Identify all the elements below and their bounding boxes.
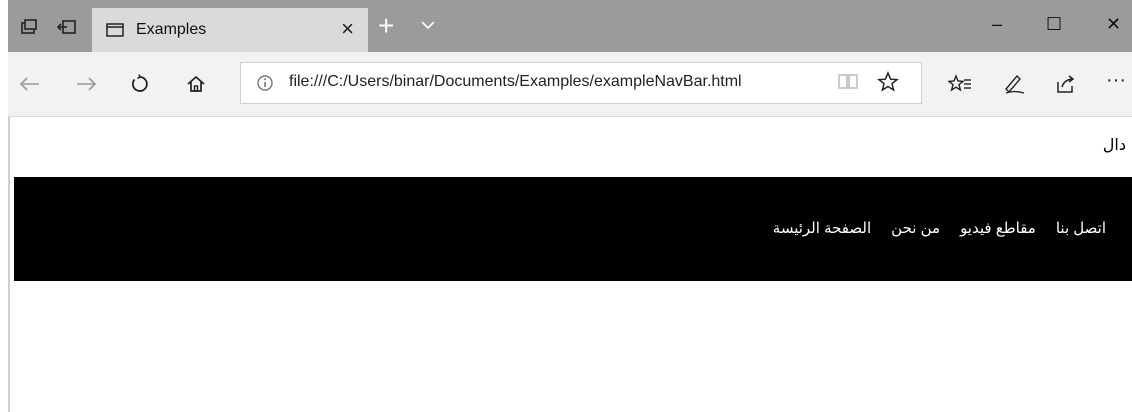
- new-tab-button[interactable]: +: [378, 12, 394, 40]
- tabs-aside-icon[interactable]: [56, 16, 78, 38]
- maximize-button[interactable]: ☐: [1046, 14, 1062, 34]
- reading-view-icon[interactable]: [837, 72, 859, 97]
- favorites-hub-icon[interactable]: [948, 72, 972, 96]
- share-icon[interactable]: [1054, 72, 1078, 96]
- browser-window: Examples × + – ☐ ✕ file:///C:/Users/bina…: [8, 0, 1132, 412]
- site-nav-bar: الصفحة الرئيسة من نحن مقاطع فيديو اتصل بنا: [14, 177, 1132, 281]
- nav-link-videos[interactable]: مقاطع فيديو: [960, 219, 1036, 237]
- nav-links: الصفحة الرئيسة من نحن مقاطع فيديو اتصل بنا: [773, 219, 1106, 237]
- page-icon: [106, 23, 124, 37]
- page-heading-fragment: دال: [1102, 137, 1126, 154]
- refresh-icon[interactable]: [128, 72, 152, 96]
- chevron-down-icon[interactable]: [420, 18, 436, 36]
- tab-examples[interactable]: Examples ×: [92, 8, 368, 52]
- info-icon[interactable]: [255, 73, 275, 93]
- title-bar: Examples × + – ☐ ✕: [8, 0, 1132, 52]
- page-left-border: [8, 117, 10, 412]
- nav-link-home[interactable]: الصفحة الرئيسة: [773, 219, 871, 237]
- web-note-pen-icon[interactable]: [1002, 72, 1026, 96]
- url-text[interactable]: file:///C:/Users/binar/Documents/Example…: [289, 73, 742, 91]
- set-aside-tabs-icon[interactable]: [18, 16, 40, 38]
- address-bar[interactable]: file:///C:/Users/binar/Documents/Example…: [240, 62, 922, 104]
- close-window-button[interactable]: ✕: [1106, 14, 1121, 34]
- forward-icon[interactable]: [74, 72, 98, 96]
- nav-link-contact[interactable]: اتصل بنا: [1056, 219, 1106, 237]
- back-icon[interactable]: [18, 72, 42, 96]
- nav-link-about[interactable]: من نحن: [891, 219, 940, 237]
- more-menu-icon[interactable]: ···: [1104, 68, 1128, 92]
- browser-toolbar: file:///C:/Users/binar/Documents/Example…: [8, 52, 1132, 117]
- home-icon[interactable]: [184, 72, 208, 96]
- minimize-button[interactable]: –: [992, 14, 1002, 34]
- tab-close-icon[interactable]: ×: [341, 18, 354, 40]
- page-viewport: دال الصفحة الرئيسة من نحن مقاطع فيديو اتصل …: [8, 117, 1132, 412]
- tab-title: Examples: [136, 21, 207, 38]
- favorite-star-icon[interactable]: [877, 71, 899, 98]
